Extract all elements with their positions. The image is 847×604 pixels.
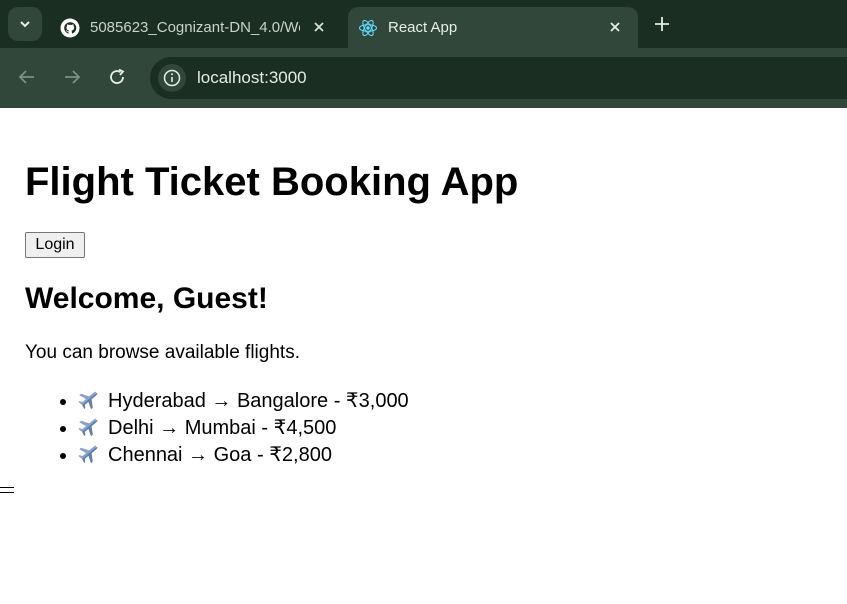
airplane-icon <box>78 418 98 437</box>
tab-strip: 5085623_Cognizant-DN_4.0/We React App <box>0 0 847 48</box>
welcome-heading: Welcome, Guest! <box>25 282 268 315</box>
page-content: Flight Ticket Booking App Login Welcome,… <box>0 108 847 604</box>
arrow-left-icon <box>18 70 34 84</box>
flight-route: Hyderabad → Bangalore - ₹3,000 <box>108 390 409 412</box>
address-bar[interactable]: localhost:3000 <box>150 57 847 99</box>
browse-message: You can browse available flights. <box>25 342 300 363</box>
tab-title: React App <box>388 19 458 36</box>
plus-icon <box>655 17 669 31</box>
browser-toolbar: localhost:3000 <box>0 48 847 108</box>
reload-icon <box>110 68 125 84</box>
tab-search-button[interactable] <box>8 7 42 41</box>
github-icon <box>60 18 80 38</box>
login-button[interactable]: Login <box>25 232 85 258</box>
tab-title: 5085623_Cognizant-DN_4.0/We <box>90 19 300 36</box>
page-title: Flight Ticket Booking App <box>25 160 519 204</box>
reload-button[interactable] <box>104 64 130 90</box>
flight-route: Delhi → Mumbai - ₹4,500 <box>108 417 337 439</box>
address-text[interactable]: localhost:3000 <box>197 68 307 88</box>
tab-github[interactable]: 5085623_Cognizant-DN_4.0/We <box>50 7 342 48</box>
airplane-icon <box>78 391 98 410</box>
info-icon <box>163 69 181 87</box>
react-icon <box>358 18 378 38</box>
close-tab-icon[interactable] <box>310 18 328 36</box>
list-item: Chennai → Goa - ₹2,800 <box>78 442 409 469</box>
airplane-icon <box>78 445 98 464</box>
chevron-down-icon <box>20 21 30 28</box>
hamburger-icon <box>0 487 14 493</box>
arrow-right-icon <box>65 70 81 84</box>
list-item: Delhi → Mumbai - ₹4,500 <box>78 415 409 442</box>
flight-route: Chennai → Goa - ₹2,800 <box>108 444 332 466</box>
tab-react-app[interactable]: React App <box>348 7 638 48</box>
back-button[interactable] <box>14 64 40 90</box>
new-tab-button[interactable] <box>650 12 674 36</box>
flight-list: Hyderabad → Bangalore - ₹3,000 Delhi → M… <box>0 388 409 469</box>
forward-button[interactable] <box>59 64 85 90</box>
close-tab-icon[interactable] <box>606 18 624 36</box>
list-item: Hyderabad → Bangalore - ₹3,000 <box>78 388 409 415</box>
site-info-button[interactable] <box>158 64 186 92</box>
